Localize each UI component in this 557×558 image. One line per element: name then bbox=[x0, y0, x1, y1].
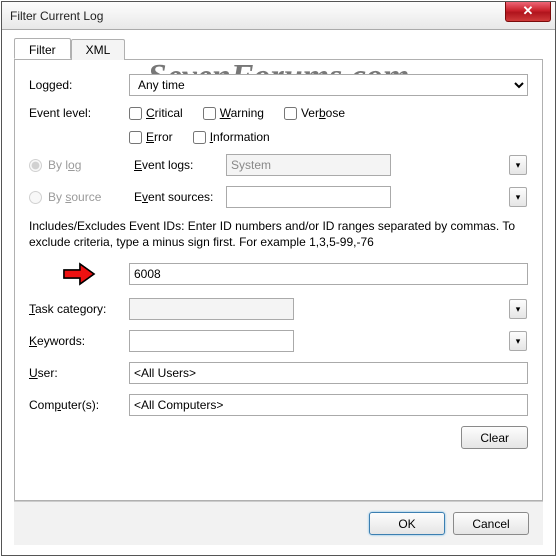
filter-dialog: Filter Current Log ✕ SevenForums.com Fil… bbox=[1, 1, 556, 556]
computers-label: Computer(s): bbox=[29, 398, 129, 412]
by-log-radio bbox=[29, 159, 42, 172]
dialog-footer: OK Cancel bbox=[14, 501, 543, 545]
event-id-input[interactable] bbox=[129, 263, 528, 285]
red-arrow-icon bbox=[29, 262, 129, 286]
computers-input[interactable] bbox=[129, 394, 528, 416]
tab-xml[interactable]: XML bbox=[71, 39, 126, 60]
task-category-combo bbox=[129, 298, 294, 320]
verbose-checkbox[interactable]: Verbose bbox=[284, 106, 345, 120]
keywords-dropdown-icon[interactable]: ▾ bbox=[509, 331, 527, 351]
event-sources-combo[interactable] bbox=[226, 186, 391, 208]
task-category-label: Task category: bbox=[29, 302, 129, 316]
event-logs-label: Event logs: bbox=[134, 158, 226, 172]
error-checkbox[interactable]: Error bbox=[129, 130, 173, 144]
keywords-combo[interactable] bbox=[129, 330, 294, 352]
event-sources-label: Event sources: bbox=[134, 190, 226, 204]
client-area: SevenForums.com Filter XML Logged: Any t… bbox=[2, 30, 555, 555]
logged-label: Logged: bbox=[29, 78, 129, 92]
task-category-dropdown-icon: ▾ bbox=[509, 299, 527, 319]
event-sources-dropdown-icon[interactable]: ▾ bbox=[509, 187, 527, 207]
by-log-label: By log bbox=[48, 158, 134, 172]
event-logs-combo bbox=[226, 154, 391, 176]
keywords-label: Keywords: bbox=[29, 334, 129, 348]
tab-filter[interactable]: Filter bbox=[14, 38, 71, 59]
filter-panel: Logged: Any time Event level: Critical W… bbox=[14, 60, 543, 501]
event-logs-dropdown-icon: ▾ bbox=[509, 155, 527, 175]
user-input[interactable] bbox=[129, 362, 528, 384]
critical-checkbox[interactable]: Critical bbox=[129, 106, 183, 120]
close-button[interactable]: ✕ bbox=[505, 2, 551, 22]
titlebar[interactable]: Filter Current Log ✕ bbox=[2, 2, 555, 30]
ok-button[interactable]: OK bbox=[369, 512, 445, 535]
by-source-radio bbox=[29, 191, 42, 204]
event-id-help-text: Includes/Excludes Event IDs: Enter ID nu… bbox=[29, 218, 528, 250]
clear-button[interactable]: Clear bbox=[461, 426, 528, 449]
cancel-button[interactable]: Cancel bbox=[453, 512, 529, 535]
tabstrip: Filter XML bbox=[14, 38, 543, 60]
window-title: Filter Current Log bbox=[10, 9, 103, 23]
logged-select[interactable]: Any time bbox=[129, 74, 528, 96]
user-label: User: bbox=[29, 366, 129, 380]
information-checkbox[interactable]: Information bbox=[193, 130, 270, 144]
by-source-label: By source bbox=[48, 190, 134, 204]
warning-checkbox[interactable]: Warning bbox=[203, 106, 264, 120]
event-level-label: Event level: bbox=[29, 106, 129, 120]
